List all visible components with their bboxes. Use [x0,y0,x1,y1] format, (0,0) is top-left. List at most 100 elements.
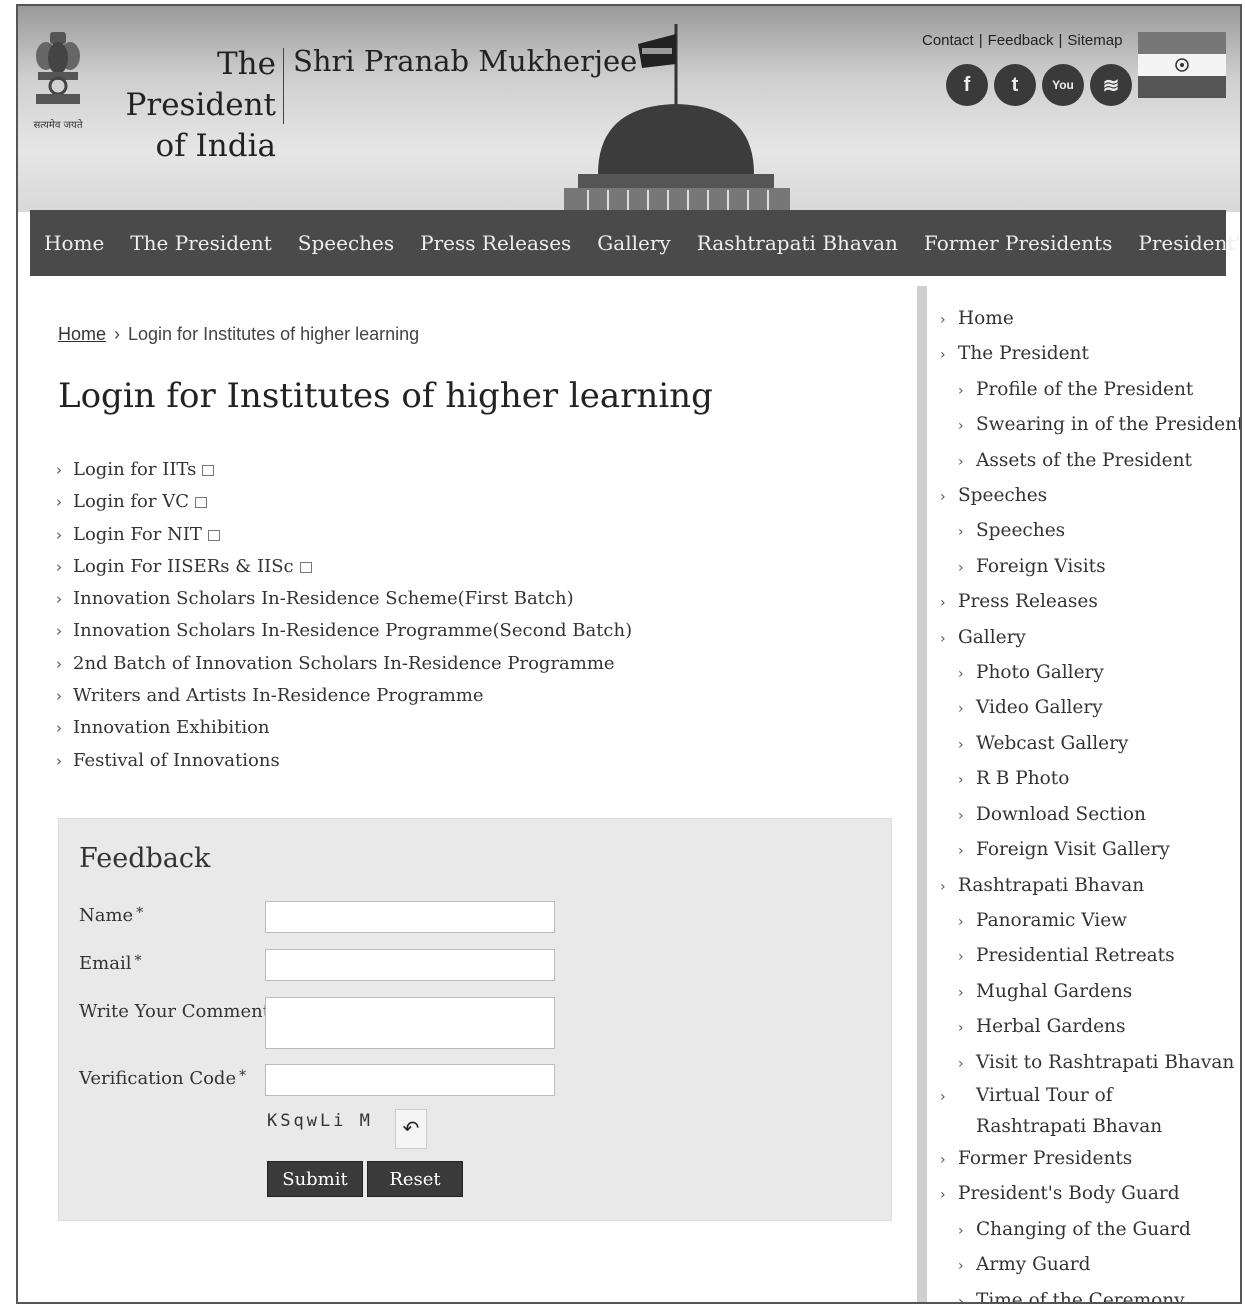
list-item[interactable]: › Login for IITs [56,454,632,486]
sidebar-item[interactable]: › R B Photo [940,762,1230,797]
sidebar-item[interactable]: › Former Presidents [940,1142,1230,1177]
sidebar-item[interactable]: › Assets of the President [940,444,1230,479]
sidebar-item[interactable]: › Herbal Gardens [940,1010,1230,1045]
nav-item-press-releases[interactable]: Press Releases [407,231,584,255]
link-label[interactable]: Login For NIT [73,524,202,545]
nav-item-gallery[interactable]: Gallery [584,231,683,255]
submit-button[interactable]: Submit [267,1161,363,1197]
chevron-right-icon: › [56,751,62,770]
sidebar-item[interactable]: › Speeches [940,514,1230,549]
chevron-right-icon: › [958,772,964,789]
list-item[interactable]: › Festival of Innovations [56,745,632,777]
nav-item-home[interactable]: Home [30,231,117,255]
link-label[interactable]: Login for IITs [73,459,196,480]
chevron-right-icon: › [56,622,62,641]
external-link-icon [299,561,312,573]
nav-item-president-s-body-guard[interactable]: President's Body Guard [1125,231,1240,255]
sidebar-item[interactable]: › Panoramic View [940,904,1230,939]
link-label[interactable]: Writers and Artists In-Residence Program… [73,685,484,706]
list-item[interactable]: › Login for VC [56,486,632,518]
nav-item-speeches[interactable]: Speeches [285,231,407,255]
sidebar-item-label: President's Body Guard [958,1183,1180,1205]
site-title[interactable]: The President of India [98,44,276,167]
sidebar-item[interactable]: › Presidential Retreats [940,939,1230,974]
sidebar-item[interactable]: › Rashtrapati Bhavan [940,869,1230,904]
brand-divider [283,48,284,124]
page-frame: सत्यमेव जयते The President of India Shri… [16,4,1242,1304]
list-item[interactable]: › Login For NIT [56,519,632,551]
sidebar-item[interactable]: › Download Section [940,798,1230,833]
facebook-icon[interactable]: f [946,64,988,106]
rss-icon[interactable]: ≋ [1090,64,1132,106]
sidebar-item-label: Foreign Visit Gallery [976,839,1170,861]
youtube-icon[interactable]: You [1042,64,1084,106]
sidebar-item-label: Foreign Visits [976,555,1106,577]
nav-item-rashtrapati-bhavan[interactable]: Rashtrapati Bhavan [684,231,911,255]
national-emblem-icon: सत्यमेव जयते [33,32,83,131]
sidebar-item[interactable]: › Visit to Rashtrapati Bhavan [940,1046,1234,1081]
nav-item-the-president[interactable]: The President [117,231,284,255]
nav-item-former-presidents[interactable]: Former Presidents [911,231,1125,255]
comment-textarea[interactable] [265,997,555,1049]
link-label[interactable]: Innovation Scholars In-Residence Program… [73,620,632,641]
list-item[interactable]: › 2nd Batch of Innovation Scholars In-Res… [56,648,632,680]
sidebar-item[interactable]: › Webcast Gallery [940,727,1230,762]
sidebar-item-label: Assets of the President [976,449,1192,471]
list-item[interactable]: › Innovation Scholars In-Residence Scheme… [56,583,632,615]
sidebar-item-label: Visit to Rashtrapati Bhavan [976,1051,1235,1073]
sidebar-item-label: Photo Gallery [976,662,1104,684]
link-label[interactable]: Login For IISERs & IISc [73,556,294,577]
link-label[interactable]: Login for VC [73,491,189,512]
sidebar-item[interactable]: › Time of the Ceremony [940,1284,1230,1302]
sidebar-item[interactable]: › Changing of the Guard [940,1213,1230,1248]
reset-button[interactable]: Reset [367,1161,463,1197]
chevron-right-icon: › [958,1055,964,1072]
list-item[interactable]: › Login For IISERs & IISc [56,551,632,583]
link-label[interactable]: Festival of Innovations [73,750,280,771]
sidebar-item[interactable]: › Speeches [940,479,1230,514]
chevron-right-icon: › [958,913,964,930]
verification-code-label: Verification Code * [79,1068,247,1089]
sidebar-item[interactable]: › Profile of the President [940,373,1230,408]
sidebar-item[interactable]: › Foreign Visits [940,550,1230,585]
link-label[interactable]: Innovation Scholars In-Residence Scheme(… [73,588,574,609]
verification-code-input[interactable] [265,1064,555,1096]
twitter-icon[interactable]: t [994,64,1036,106]
chevron-right-icon: › [958,1222,964,1239]
emblem-caption: सत्यमेव जयते [33,119,82,131]
contact-link[interactable]: Contact [922,32,974,49]
sidebar-item[interactable]: › President's Body Guard [940,1177,1230,1212]
sidebar-item[interactable]: › Photo Gallery [940,656,1230,691]
sidebar-item[interactable]: › Video Gallery [940,691,1230,726]
breadcrumb-home-link[interactable]: Home [58,324,106,344]
sidebar-item[interactable]: › Foreign Visit Gallery [940,833,1230,868]
refresh-captcha-icon[interactable]: ↶ [395,1109,427,1149]
chevron-right-icon: › [940,595,946,612]
name-input[interactable] [265,901,555,933]
email-input[interactable] [265,949,555,981]
feedback-link[interactable]: Feedback [988,32,1054,49]
sidebar-item[interactable]: › Mughal Gardens [940,975,1230,1010]
sidebar-item[interactable]: › Swearing in of the President [940,408,1240,443]
chevron-right-icon: › [56,461,62,479]
sidebar-item[interactable]: › Gallery [940,621,1230,656]
sidebar-item[interactable]: › Home [940,302,1230,337]
sidebar-item[interactable]: › Army Guard [940,1248,1230,1283]
sidebar-item[interactable]: › Press Releases [940,585,1230,620]
sitemap-link[interactable]: Sitemap [1067,32,1122,49]
sidebar-item[interactable]: › The President [940,337,1230,372]
sidebar-item-label: Presidential Retreats [976,945,1175,967]
list-item[interactable]: › Writers and Artists In-Residence Progra… [56,680,632,712]
sidebar-menu: › Home › The President › Profile of the Presi… [940,302,1240,1302]
feedback-title: Feedback [79,843,211,874]
site-header: सत्यमेव जयते The President of India Shri… [18,6,1240,214]
list-item[interactable]: › Innovation Exhibition [56,712,632,744]
sidebar-item-label: Panoramic View [976,909,1128,931]
list-item[interactable]: › Innovation Scholars In-Residence Progra… [56,615,632,647]
sidebar-item[interactable]: › Virtual Tour of Rashtrapati Bhavan [940,1081,1216,1142]
chevron-right-icon: › [940,878,946,895]
sidebar-item-label: The President [958,343,1089,365]
link-label[interactable]: 2nd Batch of Innovation Scholars In-Resi… [73,653,615,674]
chevron-right-icon: › [940,630,946,647]
link-label[interactable]: Innovation Exhibition [73,717,270,738]
